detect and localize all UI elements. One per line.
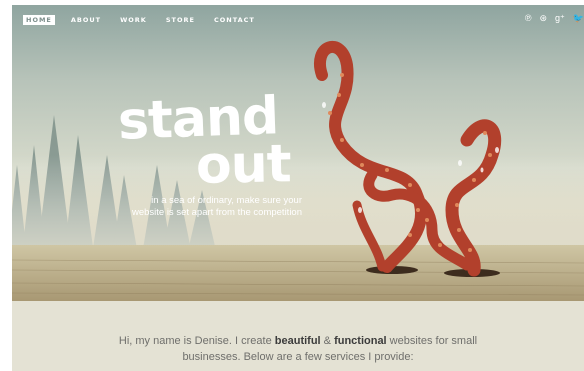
intro-bold-functional: functional <box>334 335 387 347</box>
hero-section: HOME ABOUT WORK STORE CONTACT ℗ ⊛ g⁺ 🐦 s… <box>12 5 584 301</box>
nav-contact[interactable]: CONTACT <box>211 15 258 25</box>
hero-illustration <box>12 40 584 301</box>
intro-part-2: & <box>320 335 335 347</box>
nav-store[interactable]: STORE <box>163 15 198 25</box>
dribbble-icon[interactable]: ⊛ <box>539 13 547 23</box>
google-plus-icon[interactable]: g⁺ <box>555 13 565 23</box>
hero-tagline: in a sea of ordinary, make sure your web… <box>112 195 302 219</box>
intro-section: Hi, my name is Denise. I create beautifu… <box>12 301 584 371</box>
pinterest-icon[interactable]: ℗ <box>525 13 532 23</box>
main-nav: HOME ABOUT WORK STORE CONTACT <box>23 14 271 26</box>
nav-work[interactable]: WORK <box>117 15 150 25</box>
intro-text: Hi, my name is Denise. I create beautifu… <box>98 334 498 365</box>
twitter-icon[interactable]: 🐦 <box>573 13 584 23</box>
nav-home[interactable]: HOME <box>23 15 55 25</box>
intro-part-1: Hi, my name is Denise. I create <box>118 335 275 347</box>
tagline-line-2: website is set apart from the competitio… <box>131 207 302 218</box>
social-links: ℗ ⊛ g⁺ 🐦 <box>525 13 584 23</box>
page-frame: HOME ABOUT WORK STORE CONTACT ℗ ⊛ g⁺ 🐦 s… <box>12 5 584 371</box>
headline-line-2: out <box>195 134 292 196</box>
tagline-line-1: in a sea of ordinary, make sure your <box>151 195 302 206</box>
nav-about[interactable]: ABOUT <box>68 15 104 25</box>
intro-bold-beautiful: beautiful <box>274 335 321 347</box>
